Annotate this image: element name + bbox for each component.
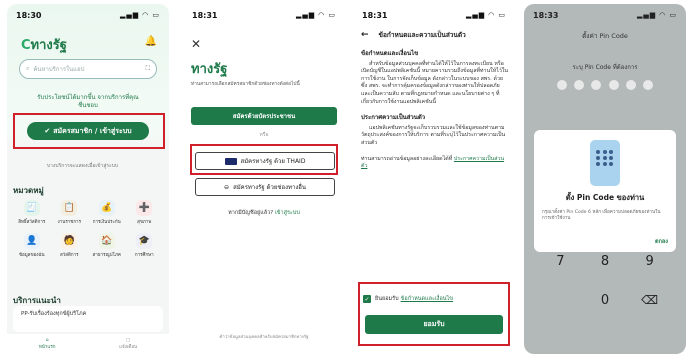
pin-dot [608, 80, 619, 90]
signal-wifi-battery-icon: ▂▄▆ ◠ ▭ [636, 11, 677, 19]
category-label: การเงินประกัน [92, 220, 121, 225]
number-keypad: 7 8 9 0 ⌫ [538, 254, 672, 308]
category-icon: 📋 [61, 200, 78, 216]
keypad-key[interactable]: 9 [627, 254, 672, 269]
pin-dot [625, 80, 636, 90]
pin-dot [642, 80, 653, 90]
or-divider: หรือ [259, 132, 269, 138]
status-bar: 18:31 ▂▄▆ ◠ ▭ [183, 4, 345, 26]
category-item[interactable]: 🎓 การศึกษา [126, 233, 164, 258]
category-label: สิทธิ์สวัสดิการ [18, 220, 46, 225]
category-label: สุขภาพ [137, 220, 152, 225]
section-text: สำหรับข้อมูลส่วนบุคคลที่ท่านได้ให้ไว้ในก… [361, 60, 509, 105]
modal-description: กรุณาตั้งค่า Pin Code 6 หลัก เพื่อความปล… [542, 210, 661, 221]
highlight-box [358, 282, 510, 346]
app-logo: Cทางรัฐ [21, 38, 67, 53]
register-id-card-button[interactable]: สมัครด้วยบัตรประชาชน [191, 107, 337, 125]
modal-title: ตั้ง Pin Code ของท่าน [565, 193, 645, 202]
category-icon: 👤 [23, 233, 40, 249]
other-icon: ⊖ [224, 183, 230, 191]
category-label: สาธารณูปโภค [92, 253, 121, 258]
phone-screen-register: 18:31 ▂▄▆ ◠ ▭ ✕ ทางรัฐ ท่านสามารถเลือกสม… [183, 4, 345, 354]
category-icon: 🧾 [23, 200, 40, 216]
search-input[interactable]: ⌕ ค้นหาบริการในแอป ⛶ [19, 59, 157, 79]
category-grid: 🧾 สิทธิ์สวัสดิการ 📋 งานราชการ 💰 การเงินประกัน… [13, 200, 163, 258]
page-title: ตั้งค่า Pin Code [582, 32, 628, 40]
terms-content: ข้อกำหนดและเงื่อนไข สำหรับข้อมูลส่วนบุคค… [361, 50, 509, 171]
section-title: ข้อกำหนดและเงื่อนไข [361, 50, 419, 57]
category-item[interactable]: 🧾 สิทธิ์สวัสดิการ [13, 200, 51, 225]
bottom-nav: ⌂ หน้าแรก ▢ แจ้งเตือน [7, 334, 169, 354]
page-title: ข้อกำหนดและความเป็นส่วนตัว [378, 31, 466, 39]
phone-screen-terms: 18:31 ▂▄▆ ◠ ▭ ← ข้อกำหนดและความเป็นส่วนต… [353, 4, 515, 354]
phone-screen-home: 18:30 ▂▄▆ ◠ ▭ Cทางรัฐ 🔔 ⌕ ค้นหาบริการในแ… [7, 4, 169, 354]
pin-instruction: ระบุ Pin Code ที่ต้องการ [572, 64, 638, 71]
pin-dot [591, 80, 602, 90]
search-placeholder: ค้นหาบริการในแอป [33, 66, 85, 73]
highlight-box [13, 113, 165, 149]
clock: 18:30 [16, 10, 42, 20]
page-header: ← ข้อกำหนดและความเป็นส่วนตัว [353, 26, 515, 44]
delete-icon[interactable]: ⌫ [627, 293, 672, 308]
status-bar: 18:33 ▂▄▆ ◠ ▭ [524, 4, 686, 26]
section-title: ประกาศความเป็นส่วนตัว [361, 114, 426, 122]
category-icon: ➕ [136, 200, 153, 216]
clock: 18:31 [362, 10, 388, 20]
category-item[interactable]: 👤 ข้อมูลของฉัน [13, 233, 51, 258]
page-description: ท่านสามารถเลือกสมัครสมาชิกด้วยช่องทางดัง… [191, 82, 300, 87]
service-card[interactable]: PP-รับเรื่องร้องทุกข์ผู้บริโภค [13, 306, 163, 332]
phone-screen-pincode: 18:33 ▂▄▆ ◠ ▭ ตั้งค่า Pin Code ระบุ Pin … [524, 4, 686, 354]
keypad-key[interactable]: 7 [538, 254, 583, 269]
category-label: สวัสดิการ [59, 253, 79, 258]
pin-dot [557, 80, 567, 90]
clock: 18:31 [192, 10, 218, 20]
category-icon: 🏠 [98, 233, 115, 249]
signal-wifi-battery-icon: ▂▄▆ ◠ ▭ [119, 11, 160, 19]
category-item[interactable]: 💰 การเงินประกัน [88, 200, 126, 225]
category-item[interactable]: 📋 งานราชการ [51, 200, 89, 225]
category-icon: 🎓 [136, 233, 153, 249]
privacy-more: ท่านสามารถอ่านข้อมูลอย่างละเอียดได้ที่ ป… [361, 155, 505, 170]
signal-wifi-battery-icon: ▂▄▆ ◠ ▭ [295, 11, 336, 19]
category-label: ข้อมูลของฉัน [18, 253, 45, 258]
status-bar: 18:31 ▂▄▆ ◠ ▭ [353, 4, 515, 26]
keypad-key[interactable]: 0 [583, 293, 628, 308]
category-item[interactable]: ➕ สุขภาพ [126, 200, 164, 225]
section-text: แอปพลิเคชันทางรัฐจะเก็บรวบรวมและใช้ข้อมู… [361, 124, 506, 146]
signal-wifi-battery-icon: ▂▄▆ ◠ ▭ [465, 11, 506, 19]
keypad-empty [538, 293, 583, 308]
categories-title: หมวดหมู่ [13, 186, 44, 195]
scan-icon[interactable]: ⛶ [146, 65, 150, 73]
phone-keypad-icon [590, 140, 620, 186]
register-other-button[interactable]: ⊖ สมัครทางรัฐ ด้วยช่องทางอื่น [195, 178, 335, 196]
back-arrow-icon[interactable]: ← [361, 30, 369, 40]
promo-text: รับประโยชน์ได้มากขึ้น จากบริการที่คุณ ชื… [37, 94, 139, 109]
modal-ok-button[interactable]: ตกลง [655, 238, 668, 246]
nav-home[interactable]: ⌂ หน้าแรก [39, 338, 56, 350]
category-icon: 💰 [98, 200, 115, 216]
category-label: การศึกษา [134, 253, 154, 258]
pin-dots [557, 80, 653, 90]
footer-note: คำว่าข้อมูลส่วนบุคคลสำหรับสมัครสมาชิกทาง… [219, 335, 309, 340]
status-bar: 18:30 ▂▄▆ ◠ ▭ [7, 4, 169, 26]
login-notice: บางบริการจะแสดงเมื่อเข้าสู่ระบบ [47, 163, 119, 169]
category-icon: 🧑 [61, 233, 78, 249]
bell-icon[interactable]: 🔔 [145, 36, 157, 47]
pin-modal: ตั้ง Pin Code ของท่าน กรุณาตั้งค่า Pin C… [534, 130, 676, 252]
keypad-key[interactable]: 8 [583, 254, 628, 269]
highlight-box [190, 144, 338, 175]
pin-dot [574, 80, 585, 90]
close-icon[interactable]: ✕ [191, 37, 201, 51]
login-prompt: หากมีบัญชีอยู่แล้ว? เข้าสู่ระบบ [228, 210, 300, 216]
clock: 18:33 [533, 10, 559, 20]
category-item[interactable]: 🧑 สวัสดิการ [51, 233, 89, 258]
page-title: ทางรัฐ [191, 62, 228, 77]
category-item[interactable]: 🏠 สาธารณูปโภค [88, 233, 126, 258]
nav-notifications[interactable]: ▢ แจ้งเตือน [119, 338, 137, 350]
category-label: งานราชการ [57, 220, 81, 225]
search-icon: ⌕ [26, 65, 30, 72]
login-link[interactable]: เข้าสู่ระบบ [275, 210, 300, 216]
